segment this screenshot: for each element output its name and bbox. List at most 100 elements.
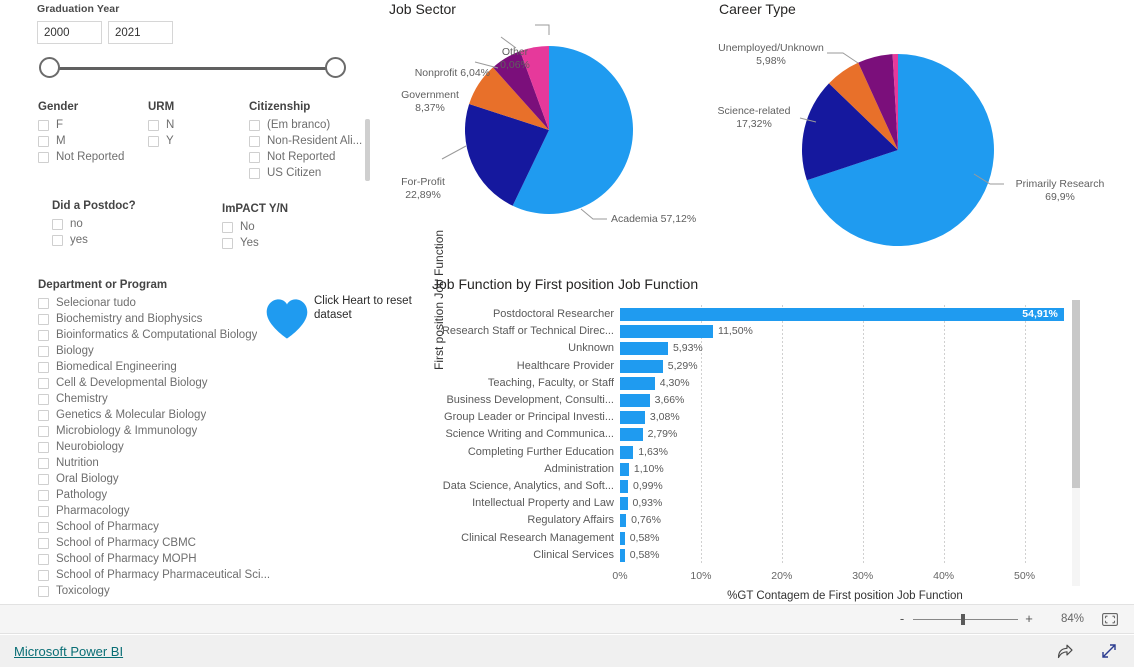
postdoc-option-yes[interactable]: yes [52,232,182,248]
department-option[interactable]: School of Pharmacy Pharmaceutical Sci... [38,567,278,583]
graduation-year-slicer[interactable]: Graduation Year [37,3,367,79]
department-option[interactable]: Bioinformatics & Computational Biology [38,327,278,343]
department-option[interactable]: School of Pharmacy MOPH [38,551,278,567]
bar-fill[interactable] [620,462,629,476]
checkbox-icon[interactable] [38,569,49,581]
bar-fill[interactable] [620,480,628,493]
checkbox-icon[interactable] [38,505,49,517]
bar-row[interactable]: Administration 1,10% [544,462,1065,476]
bar-row[interactable]: Research Staff or Technical Direc... 11,5… [442,325,1065,339]
bar-fill[interactable] [620,325,714,339]
department-option[interactable]: Microbiology & Immunology [38,423,278,439]
bar-row[interactable]: Science Writing and Communica... 2,79% [445,428,1065,442]
bar-row[interactable]: Data Science, Analytics, and Soft... 0,99… [443,480,1065,493]
department-option[interactable]: Selecionar tudo [38,295,278,311]
checkbox-icon[interactable] [38,457,49,469]
checkbox-icon[interactable] [38,393,49,405]
share-icon[interactable] [1056,642,1074,660]
reset-dataset-control[interactable]: Click Heart to reset dataset [264,294,424,344]
checkbox-icon[interactable] [222,221,233,233]
checkbox-icon[interactable] [38,441,49,453]
department-option[interactable]: Nutrition [38,455,278,471]
checkbox-icon[interactable] [38,313,49,325]
checkbox-icon[interactable] [38,151,49,163]
citizenship-option-non-resident-alien[interactable]: Non-Resident Ali... [249,133,367,149]
department-option[interactable]: Pharmacology [38,503,278,519]
bar-row[interactable]: Clinical Services 0,58% [533,548,1065,562]
checkbox-icon[interactable] [38,537,49,549]
bar-row[interactable]: Clinical Research Management 0,58% [461,531,1065,545]
checkbox-icon[interactable] [38,361,49,373]
zoom-in-button[interactable]: + [1022,612,1036,625]
checkbox-icon[interactable] [148,135,159,147]
microsoft-power-bi-link[interactable]: Microsoft Power BI [14,644,123,659]
checkbox-icon[interactable] [38,329,49,341]
checkbox-icon[interactable] [38,377,49,389]
checkbox-icon[interactable] [38,345,49,357]
job-sector-pie-chart[interactable]: Other 0,06% Nonprofit 6,04% Government 8… [385,18,705,238]
checkbox-icon[interactable] [249,135,260,147]
gender-slicer[interactable]: Gender F M Not Reported [38,101,143,165]
urm-option-n[interactable]: N [148,117,233,133]
checkbox-icon[interactable] [222,237,233,249]
gender-option-m[interactable]: M [38,133,143,149]
checkbox-icon[interactable] [249,151,260,163]
checkbox-icon[interactable] [38,473,49,485]
checkbox-icon[interactable] [38,425,49,437]
citizenship-scrollbar[interactable] [365,119,370,181]
citizenship-option-not-reported[interactable]: Not Reported [249,149,367,165]
department-option[interactable]: School of Pharmacy CBMC [38,535,278,551]
zoom-slider[interactable] [913,613,1018,625]
bar-fill[interactable] [620,394,650,407]
department-option[interactable]: Cell & Developmental Biology [38,375,278,391]
bar-fill[interactable] [620,308,1065,321]
graduation-year-range-slider[interactable] [37,57,347,79]
checkbox-icon[interactable] [249,167,260,179]
department-option[interactable]: School of Pharmacy [38,519,278,535]
citizenship-option-blank[interactable]: (Em branco) [249,117,367,133]
department-slicer[interactable]: Department or Program Selecionar tudo Bio… [38,279,278,599]
bar-fill[interactable] [620,445,634,459]
fit-to-page-icon[interactable] [1102,613,1118,626]
urm-option-y[interactable]: Y [148,133,233,149]
urm-slicer[interactable]: URM N Y [148,101,233,149]
postdoc-option-no[interactable]: no [52,216,182,232]
bar-row[interactable]: Teaching, Faculty, or Staff 4,30% [488,376,1065,390]
checkbox-icon[interactable] [52,218,63,230]
department-option[interactable]: Genetics & Molecular Biology [38,407,278,423]
citizenship-option-us-citizen[interactable]: US Citizen [249,165,367,181]
department-option[interactable]: Oral Biology [38,471,278,487]
department-option[interactable]: Toxicology [38,583,278,599]
checkbox-icon[interactable] [249,119,260,131]
bar-fill[interactable] [620,531,625,545]
bar-fill[interactable] [620,428,643,442]
checkbox-icon[interactable] [38,585,49,597]
bar-row[interactable]: Intellectual Property and Law 0,93% [472,497,1065,511]
department-option[interactable]: Biochemistry and Biophysics [38,311,278,327]
department-option[interactable]: Biomedical Engineering [38,359,278,375]
zoom-out-button[interactable]: - [895,612,909,625]
bar-fill[interactable] [620,548,625,562]
career-type-pie-chart[interactable]: Unemployed/Unknown 5,98% Science-related… [712,18,1132,248]
impact-option-no[interactable]: No [222,219,342,235]
fullscreen-icon[interactable] [1100,642,1118,660]
bar-row[interactable]: Business Development, Consulti... 3,66% [446,394,1065,407]
checkbox-icon[interactable] [52,234,63,246]
gender-option-f[interactable]: F [38,117,143,133]
department-option[interactable]: Neurobiology [38,439,278,455]
zoom-control[interactable]: - + 84% [895,612,1118,626]
slider-handle-min[interactable] [39,57,60,78]
checkbox-icon[interactable] [38,119,49,131]
department-option[interactable]: Chemistry [38,391,278,407]
bar-fill[interactable] [620,411,645,425]
bar-chart-scrollbar-thumb[interactable] [1072,300,1080,488]
bar-fill[interactable] [620,359,663,373]
citizenship-slicer[interactable]: Citizenship (Em branco) Non-Resident Ali… [249,101,370,181]
department-option[interactable]: Biology [38,343,278,359]
checkbox-icon[interactable] [38,553,49,565]
heart-icon[interactable] [264,298,310,340]
bar-row[interactable]: Regulatory Affairs 0,76% [527,514,1065,528]
checkbox-icon[interactable] [148,119,159,131]
gender-option-not-reported[interactable]: Not Reported [38,149,143,165]
bar-fill[interactable] [620,514,627,528]
